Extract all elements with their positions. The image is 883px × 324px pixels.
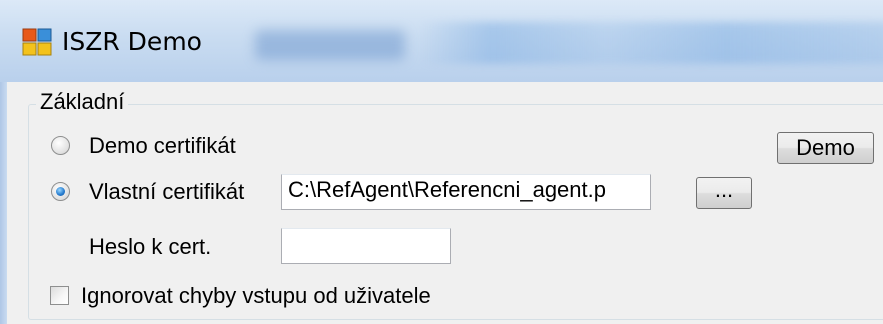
title-bar-glow <box>255 30 405 60</box>
browse-button[interactable]: ... <box>696 177 752 209</box>
certificate-path-input[interactable]: C:\RefAgent\Referencni_agent.p <box>281 174 651 210</box>
window-border <box>0 82 7 324</box>
ignore-errors-checkbox[interactable] <box>50 286 69 305</box>
radio-own-certificate-label[interactable]: Vlastní certifikát <box>89 179 244 205</box>
radio-own-certificate[interactable] <box>51 182 70 201</box>
password-input[interactable] <box>281 228 451 264</box>
radio-demo-certificate-label[interactable]: Demo certifikát <box>89 133 236 159</box>
title-bar[interactable]: ISZR Demo <box>0 0 883 83</box>
radio-demo-certificate[interactable] <box>51 136 70 155</box>
window-title: ISZR Demo <box>62 27 202 56</box>
demo-button[interactable]: Demo <box>777 132 874 164</box>
ignore-errors-label[interactable]: Ignorovat chyby vstupu od uživatele <box>81 283 431 309</box>
password-label: Heslo k cert. <box>89 234 212 259</box>
title-bar-glow <box>420 22 883 64</box>
group-box-legend: Základní <box>36 89 129 115</box>
app-window-icon <box>22 28 52 56</box>
